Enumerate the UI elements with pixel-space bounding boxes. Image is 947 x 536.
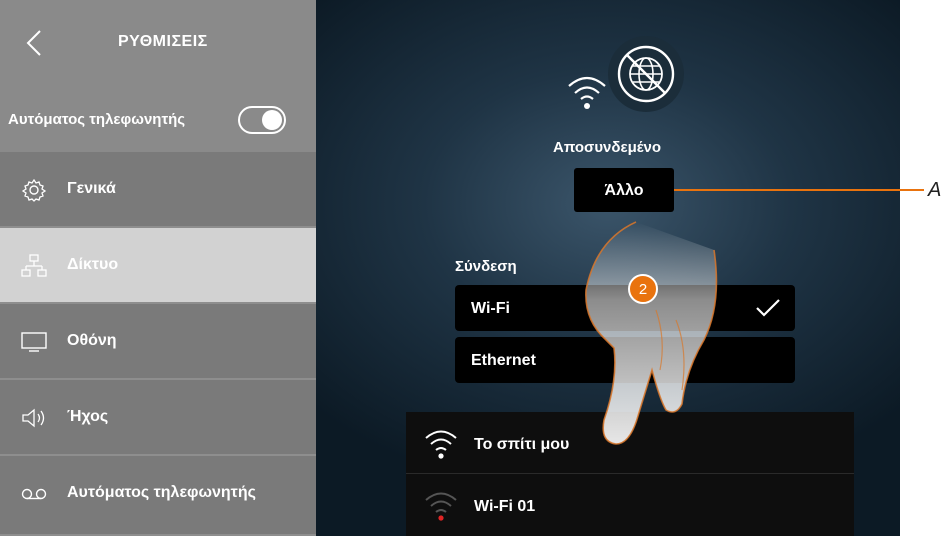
connection-option-label: Wi-Fi — [471, 300, 510, 317]
sidebar-item-general[interactable]: Γενικά — [0, 152, 316, 228]
connection-label: Σύνδεση — [455, 258, 517, 275]
sidebar-item-label: Αυτόματος τηλεφωνητής — [67, 484, 256, 501]
wifi-icon — [568, 76, 606, 109]
sidebar-item-sound[interactable]: Ήχος — [0, 380, 316, 456]
globe-disconnected-icon — [617, 45, 675, 103]
answering-machine-toggle[interactable] — [238, 106, 286, 134]
check-icon — [756, 299, 780, 317]
wifi-network-name: Wi-Fi 01 — [474, 498, 536, 515]
step-number-badge: 2 — [628, 274, 658, 304]
wifi-weak-icon — [425, 492, 457, 521]
answering-machine-toggle-label: Αυτόματος τηλεφωνητής — [8, 111, 186, 128]
connection-status: Αποσυνδεμένο — [553, 139, 662, 156]
other-button-label: Άλλο — [604, 182, 644, 199]
sidebar-item-answering-machine[interactable]: Αυτόματος τηλεφωνητής — [0, 456, 316, 536]
chevron-left-icon[interactable] — [24, 28, 44, 58]
sidebar-item-label: Δίκτυο — [67, 256, 119, 273]
sidebar-item-label: Οθόνη — [67, 332, 117, 349]
sidebar-item-network[interactable]: Δίκτυο — [0, 228, 316, 304]
connection-option-wifi[interactable]: Wi-Fi — [455, 285, 795, 331]
wifi-network-list: Το σπίτι μου Wi-Fi 01 — [406, 412, 854, 536]
connection-option-label: Ethernet — [471, 352, 536, 369]
connection-option-ethernet[interactable]: Ethernet — [455, 337, 795, 383]
gear-icon — [21, 178, 47, 202]
network-icon — [21, 254, 47, 277]
speaker-icon — [22, 408, 45, 428]
sidebar: ΡΥΘΜΙΣΕΙΣ Αυτόματος τηλεφωνητής Γενικά Δ… — [0, 0, 316, 536]
sidebar-item-label: Γενικά — [67, 180, 116, 197]
wifi-network-name: Το σπίτι μου — [474, 436, 570, 453]
sidebar-header: ΡΥΘΜΙΣΕΙΣ — [0, 0, 316, 90]
sidebar-item-display[interactable]: Οθόνη — [0, 304, 316, 380]
toggle-knob — [262, 110, 282, 130]
voicemail-icon — [21, 488, 47, 500]
annotation-label: A — [928, 179, 942, 201]
wifi-network-item[interactable]: Wi-Fi 01 — [406, 473, 854, 534]
step-number: 2 — [638, 281, 648, 298]
sidebar-title: ΡΥΘΜΙΣΕΙΣ — [118, 33, 208, 50]
sidebar-item-label: Ήχος — [67, 408, 109, 425]
monitor-icon — [21, 332, 47, 352]
network-settings-panel: Αποσυνδεμένο Άλλο Σύνδεση Wi-Fi Ethernet… — [316, 0, 900, 536]
annotation-line — [674, 189, 924, 191]
wifi-network-item[interactable]: Το σπίτι μου — [406, 412, 854, 472]
other-button[interactable]: Άλλο — [574, 168, 674, 212]
answering-machine-toggle-row: Αυτόματος τηλεφωνητής — [0, 90, 316, 152]
wifi-full-icon — [425, 430, 457, 459]
